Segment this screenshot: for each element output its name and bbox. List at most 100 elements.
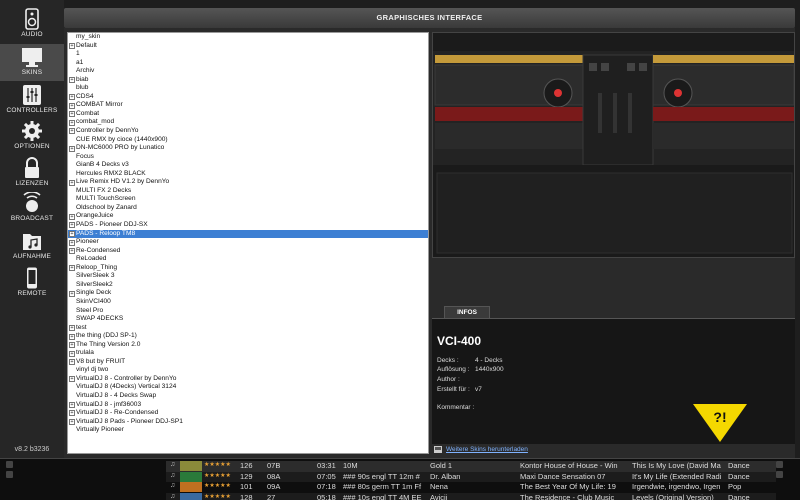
expand-icon[interactable]: + [69, 119, 75, 126]
skin-list-item[interactable]: SWAP 4DECKS [68, 315, 428, 324]
skin-list-item[interactable]: + VirtualDJ 8 - jmf36003 [68, 401, 428, 410]
skin-list-item[interactable]: + The Thing Version 2.0 [68, 341, 428, 350]
skin-list-item[interactable]: + Single Deck [68, 289, 428, 298]
expand-icon[interactable]: + [69, 42, 75, 49]
skin-list-item[interactable]: + PADS - Reloop TM8 [68, 229, 428, 239]
skin-list-item[interactable]: + VirtualDJ 8 Pads - Pioneer DDJ-SP1 [68, 418, 428, 427]
expand-icon[interactable]: + [69, 324, 75, 331]
skin-list-item[interactable]: + combat_mod [68, 118, 428, 127]
skin-list-item[interactable]: Archiv [68, 67, 428, 76]
skin-list-item[interactable]: SkinVCI400 [68, 298, 428, 307]
info-row: Auflösung :1440x900 [437, 366, 504, 373]
skin-list-item[interactable]: + COMBAT Mirror [68, 101, 428, 110]
skin-list-item[interactable]: + V8 but by FRUIT [68, 358, 428, 367]
browser-scroll-down-button[interactable] [776, 471, 783, 478]
expand-icon[interactable]: + [69, 410, 75, 417]
browser-scroll-up-button[interactable] [776, 461, 783, 468]
expand-icon[interactable]: + [69, 401, 75, 408]
skin-list-item[interactable]: MULTI FX 2 Decks [68, 187, 428, 196]
skin-list-item[interactable]: Virtually Pioneer [68, 426, 428, 435]
expand-icon[interactable]: + [69, 179, 75, 186]
skin-list-item-label: The Thing Version 2.0 [76, 340, 141, 348]
expand-icon[interactable]: + [69, 239, 75, 246]
skin-list-item[interactable]: + Controller by DennYo [68, 127, 428, 136]
skin-list-item[interactable]: Focus [68, 153, 428, 162]
skin-list-item[interactable]: GianB 4 Decks v3 [68, 161, 428, 170]
skin-list-item-label: Controller by DennYo [76, 127, 139, 135]
skin-list-item[interactable]: Oldschool by Zanard [68, 204, 428, 213]
expand-icon[interactable]: + [69, 111, 75, 118]
skin-list-item[interactable]: SilverSleek2 [68, 281, 428, 290]
skin-list-item[interactable]: SilverSleek 3 [68, 272, 428, 281]
skin-list-item[interactable]: + Reloop_Thing [68, 264, 428, 273]
track-row[interactable]: ♫ ★★★★★ 126 07B 03:31 10M Gold 1 Kontor House o… [166, 461, 776, 472]
track-bpm: 129 [240, 471, 253, 481]
nav-controllers[interactable]: CONTROLLERS [0, 82, 64, 119]
skin-list-item[interactable]: + PADS - Pioneer DDJ-SX [68, 221, 428, 230]
expand-icon[interactable]: + [69, 342, 75, 349]
expand-icon[interactable]: + [69, 94, 75, 101]
skin-list-item[interactable]: + VirtualDJ 8 - Controller by DennYo [68, 375, 428, 384]
skin-list-item[interactable]: vinyl dj two [68, 366, 428, 375]
skin-list-item[interactable]: my_skin [68, 33, 428, 42]
expand-icon[interactable]: + [69, 248, 75, 255]
skin-list-item[interactable]: Hercules RMX2 BLACK [68, 170, 428, 179]
nav-optionen[interactable]: OPTIONEN [0, 118, 64, 155]
skin-list-item-label: Live Remix HD V1.2 by DennYo [76, 178, 170, 186]
nav-audio[interactable]: AUDIO [0, 6, 64, 43]
skin-list-item-label: combat_mod [76, 118, 115, 126]
expand-icon[interactable]: + [69, 359, 75, 366]
skin-list-item[interactable]: + trulala [68, 349, 428, 358]
track-row[interactable]: ♫ ★★★★★ 101 09A 07:18 ### 80s germ TT 1m Ff Ne… [166, 482, 776, 493]
skin-list-item[interactable]: + the thing (DDJ SP-1) [68, 332, 428, 341]
skin-list-item[interactable]: + Re-Condensed [68, 247, 428, 256]
skin-list-item[interactable]: Steel Pro [68, 307, 428, 316]
expand-icon[interactable]: + [69, 350, 75, 357]
skin-list-item[interactable]: MULTI TouchScreen [68, 195, 428, 204]
nav-broadcast[interactable]: BROADCAST [0, 190, 64, 227]
expand-icon[interactable]: + [69, 265, 75, 272]
nav-lizenzen[interactable]: LIZENZEN [0, 155, 64, 192]
skin-list-item[interactable]: + Live Remix HD V1.2 by DennYo [68, 178, 428, 187]
skin-list-item[interactable]: a1 [68, 59, 428, 68]
skin-list-item[interactable]: + test [68, 324, 428, 333]
download-skins-link[interactable]: Weitere Skins herunterladen [446, 446, 528, 453]
skin-list-item[interactable]: + biab [68, 76, 428, 85]
browser-up-button[interactable] [6, 461, 13, 468]
expand-icon[interactable]: + [69, 376, 75, 383]
skin-list-item[interactable]: + OrangeJuice [68, 212, 428, 221]
skin-list-item-label: VirtualDJ 8 - Controller by DennYo [76, 374, 177, 382]
skin-list-item[interactable]: + Pioneer [68, 238, 428, 247]
nav-aufnahme[interactable]: AUFNAHME [0, 228, 64, 265]
skin-list-item[interactable]: + Default [68, 42, 428, 51]
expand-icon[interactable]: + [69, 290, 75, 297]
skin-list-item[interactable]: + VirtualDJ 8 - Re-Condensed [68, 409, 428, 418]
expand-icon[interactable]: + [69, 419, 75, 425]
track-browser: ♫ ★★★★★ 126 07B 03:31 10M Gold 1 Kontor House o… [0, 458, 800, 500]
skin-list-item[interactable]: VirtualDJ 8 - 4 Decks Swap [68, 392, 428, 401]
track-row[interactable]: ♫ ★★★★★ 128 27 05:18 ### 10s engl TT 4M EE Avi… [166, 492, 776, 500]
skin-list-item[interactable]: + CDS4 [68, 93, 428, 102]
expand-icon[interactable]: + [69, 102, 75, 109]
skin-list-item[interactable]: VirtualDJ 8 (4Decks) Vertical 3124 [68, 383, 428, 392]
skin-list[interactable]: my_skin + Default 1 a1 Archiv + biab blub + CDS4 + C… [67, 32, 429, 454]
browser-down-button[interactable] [6, 471, 13, 478]
expand-icon[interactable]: + [69, 128, 75, 135]
skin-list-item[interactable]: CUE RMX by cioce (1440x900) [68, 136, 428, 145]
expand-icon[interactable]: + [69, 145, 75, 152]
nav-remote[interactable]: REMOTE [0, 265, 64, 302]
nav-skins[interactable]: SKINS [0, 44, 64, 81]
infos-tab[interactable]: INFOS [444, 306, 490, 318]
skin-list-item[interactable]: blub [68, 84, 428, 93]
expand-icon[interactable]: + [69, 222, 75, 229]
expand-icon[interactable]: + [69, 77, 75, 84]
track-row[interactable]: ♫ ★★★★★ 129 08A 07:05 ### 90s engl TT 12m # Dr… [166, 471, 776, 482]
skin-list-item[interactable]: ReLoaded [68, 255, 428, 264]
skin-list-item[interactable]: 1 [68, 50, 428, 59]
expand-icon[interactable]: + [69, 333, 75, 340]
expand-icon[interactable]: + [69, 230, 75, 237]
skin-list-item-label: MULTI FX 2 Decks [76, 186, 132, 194]
expand-icon[interactable]: + [69, 213, 75, 220]
skin-list-item[interactable]: + Combat [68, 110, 428, 119]
skin-list-item[interactable]: + DN-MC6000 PRO by Lunatico [68, 144, 428, 153]
